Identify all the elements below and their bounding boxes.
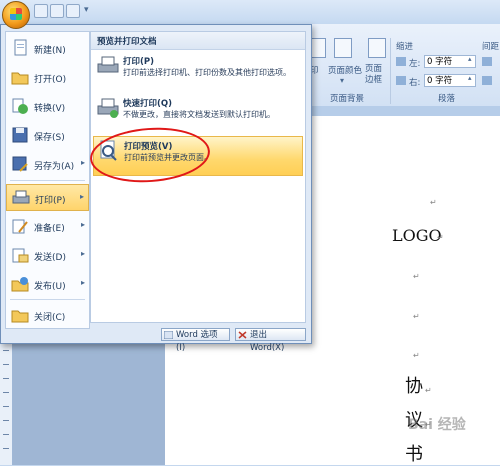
office-button[interactable] [2, 1, 30, 29]
spacing-group-label: 间距 [482, 42, 500, 52]
save-icon [11, 126, 29, 144]
page-color-dropdown-icon[interactable]: ▾ [340, 76, 344, 85]
panel-header: 预览并打印文档 [91, 32, 305, 50]
submenu-arrow-icon: ▸ [80, 158, 85, 167]
option-description: 打印前选择打印机、打印份数及其他打印选项。 [123, 68, 291, 77]
menu-item-prepare[interactable]: 准备(E) ▸ [6, 213, 89, 240]
save-as-icon [11, 155, 29, 173]
ruler-strip [305, 106, 500, 116]
menu-item-save[interactable]: 保存(S) [6, 122, 89, 149]
menu-item-label: 保存(S) [34, 133, 65, 143]
customize-quick-access-icon[interactable]: ▾ [84, 5, 89, 15]
logo-text: LOGO [392, 226, 442, 245]
spacing-after-icon [482, 76, 492, 85]
paragraph-mark: ↵ [425, 386, 432, 395]
prepare-icon [11, 217, 29, 235]
paragraph-mark: ↵ [413, 312, 420, 321]
exit-word-label: 退出 Word(X) [250, 330, 285, 353]
office-logo-icon [10, 8, 22, 20]
title-bar: ▾ [0, 0, 500, 25]
panel-title: 预览并打印文档 [97, 37, 157, 47]
paragraph-mark: ↵ [413, 351, 420, 360]
quick-print-icon [97, 97, 119, 119]
doc-char: 书 [405, 444, 423, 465]
publish-icon [11, 275, 29, 293]
submenu-arrow-icon: ▸ [80, 249, 85, 258]
paragraph-group-label: 段落 [438, 94, 456, 104]
menu-item-publish[interactable]: 发布(U) ▸ [6, 271, 89, 298]
menu-item-label: 发布(U) [34, 282, 66, 292]
open-folder-icon [11, 68, 29, 86]
menu-item-print[interactable]: 打印(P) ▸ [6, 184, 89, 211]
menu-item-label: 关闭(C) [34, 313, 66, 323]
menu-item-label: 打开(O) [34, 75, 67, 85]
menu-item-send[interactable]: 发送(D) ▸ [6, 242, 89, 269]
close-icon [238, 331, 247, 339]
paragraph-mark: ↵ [437, 233, 444, 242]
page-border-icon[interactable] [368, 38, 386, 58]
submenu-arrow-icon: ▸ [80, 278, 85, 287]
send-icon [11, 246, 29, 264]
menu-item-label: 准备(E) [34, 224, 65, 234]
print-option[interactable]: 打印(P) 打印前选择打印机、打印份数及其他打印选项。 [93, 52, 303, 88]
doc-char: 协 [405, 376, 423, 397]
options-icon [164, 331, 173, 339]
close-doc-icon [11, 306, 29, 324]
group-divider [390, 38, 391, 104]
option-title: 打印(P) [123, 57, 154, 67]
convert-icon [11, 97, 29, 115]
menu-item-open[interactable]: 打开(O) [6, 64, 89, 91]
menu-item-label: 发送(D) [34, 253, 66, 263]
menu-item-label: 另存为(A) [34, 162, 75, 172]
indent-left-icon [396, 57, 406, 66]
menu-item-close[interactable]: 关闭(C) [6, 302, 89, 329]
paragraph-mark: ↵ [413, 272, 420, 281]
office-menu: 新建(N) 打开(O) 转换(V) 保存(S) 另存为(A) ▸ 打印(P) ▸… [0, 24, 312, 353]
exit-word-button[interactable]: 退出 Word(X) [235, 328, 306, 353]
printer-icon [97, 55, 119, 77]
menu-item-label: 新建(N) [34, 46, 66, 56]
paragraph-mark: ↵ [430, 198, 437, 207]
menu-item-new[interactable]: 新建(N) [6, 35, 89, 62]
quick-print-option[interactable]: 快速打印(Q) 不做更改，直接将文档发送到默认打印机。 [93, 94, 303, 128]
vertical-ruler [0, 340, 13, 465]
option-description: 不做更改，直接将文档发送到默认打印机。 [123, 110, 275, 119]
menu-item-save-as[interactable]: 另存为(A) ▸ [6, 151, 89, 178]
right-label: 右: [409, 78, 421, 88]
background-group-label: 页面背景 [330, 94, 365, 104]
watermark-text: Bai 经验 [408, 417, 466, 433]
undo-icon[interactable] [50, 4, 64, 18]
submenu-arrow-icon: ▸ [79, 192, 84, 201]
menu-item-label: 打印(P) [35, 196, 66, 206]
right-spinner-icon[interactable]: ▴ [468, 74, 472, 82]
menu-command-list: 新建(N) 打开(O) 转换(V) 保存(S) 另存为(A) ▸ 打印(P) ▸… [5, 31, 90, 329]
left-spinner-icon[interactable]: ▴ [468, 55, 472, 63]
page-border-button[interactable]: 页面 边框 [365, 64, 387, 86]
redo-icon[interactable] [66, 4, 80, 18]
menu-item-label: 转换(V) [34, 104, 66, 114]
printer-icon [12, 189, 30, 207]
page-color-button[interactable]: 页面颜色 [328, 64, 362, 76]
save-quick-icon[interactable] [34, 4, 48, 18]
submenu-arrow-icon: ▸ [80, 220, 85, 229]
left-label: 左: [409, 59, 421, 69]
indent-group-label: 缩进 [396, 42, 414, 52]
new-doc-icon [11, 39, 29, 57]
spacing-before-icon [482, 57, 492, 66]
page-color-icon[interactable] [334, 38, 352, 58]
menu-item-convert[interactable]: 转换(V) [6, 93, 89, 120]
word-options-button[interactable]: Word 选项(I) [161, 328, 230, 353]
indent-right-icon [396, 76, 406, 85]
option-title: 快速打印(Q) [123, 99, 172, 109]
